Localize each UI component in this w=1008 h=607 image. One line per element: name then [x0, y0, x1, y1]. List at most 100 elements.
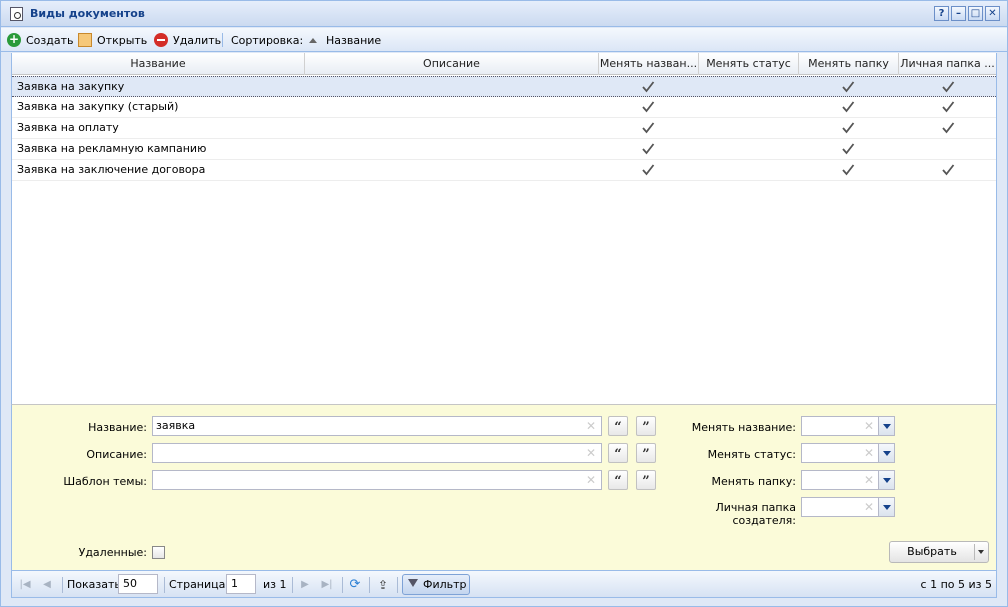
quote-close-button[interactable]: ” — [636, 443, 656, 463]
clear-icon[interactable]: ✕ — [585, 419, 597, 433]
open-button[interactable]: Открыть — [78, 32, 147, 48]
quote-open-button[interactable]: “ — [608, 470, 628, 490]
quote-close-button[interactable]: ” — [636, 416, 656, 436]
previous-page-icon[interactable]: ◀ — [40, 578, 54, 592]
checkmark-icon — [941, 121, 955, 135]
select-button[interactable]: Выбрать — [889, 541, 989, 563]
personal-folder-label-line-2: создателя: — [732, 514, 796, 527]
personal-folder-combo[interactable]: ✕ — [801, 497, 895, 517]
column-header-name[interactable]: Название — [12, 53, 305, 75]
help-button[interactable]: ? — [934, 6, 949, 21]
checkmark-icon — [641, 142, 655, 156]
table-row[interactable]: Заявка на заключение договора — [12, 160, 996, 181]
chevron-down-icon[interactable] — [878, 471, 894, 489]
plus-icon: + — [7, 32, 21, 47]
pager-separator — [62, 577, 63, 593]
maximize-button[interactable]: □ — [968, 6, 983, 21]
filter-template-input[interactable]: ✕ — [152, 470, 602, 490]
clear-icon[interactable]: ✕ — [585, 473, 597, 487]
checkmark-icon — [641, 80, 655, 94]
column-header-change-name[interactable]: Менять назван... — [599, 53, 699, 75]
change-folder-label: Менять папку: — [711, 475, 796, 488]
clear-icon[interactable]: ✕ — [585, 446, 597, 460]
toolbar-separator — [222, 33, 223, 47]
pager-separator — [342, 577, 343, 593]
next-page-icon[interactable]: ▶ — [298, 578, 312, 592]
pagination-toolbar: |◀ ◀ Показать 50 Страница 1 из 1 ▶ ▶| ⟳ … — [11, 571, 997, 598]
table-row[interactable]: Заявка на оплату — [12, 118, 996, 139]
pager-separator — [292, 577, 293, 593]
refresh-icon[interactable]: ⟳ — [348, 578, 362, 592]
personal-folder-label-line-1: Личная папка — [715, 501, 796, 514]
checkmark-icon — [941, 80, 955, 94]
page-count-label: из 1 — [263, 578, 287, 591]
change-status-label: Менять статус: — [707, 448, 796, 461]
quote-close-button[interactable]: ” — [636, 470, 656, 490]
checkmark-icon — [941, 163, 955, 177]
table-row[interactable]: Заявка на рекламную кампанию — [12, 139, 996, 160]
page-number-input[interactable]: 1 — [226, 574, 256, 594]
export-icon[interactable]: ⇪ — [376, 578, 390, 592]
row-name: Заявка на рекламную кампанию — [17, 142, 207, 155]
pager-separator — [164, 577, 165, 593]
clear-icon[interactable]: ✕ — [864, 500, 874, 514]
column-header-change-folder[interactable]: Менять папку — [799, 53, 899, 75]
last-page-icon[interactable]: ▶| — [320, 578, 334, 592]
change-name-combo[interactable]: ✕ — [801, 416, 895, 436]
filter-description-input[interactable]: ✕ — [152, 443, 602, 463]
filter-name-value: заявка — [156, 419, 196, 432]
close-button[interactable]: ✕ — [985, 6, 1000, 21]
chevron-down-icon[interactable] — [878, 417, 894, 435]
quote-open-button[interactable]: “ — [608, 416, 628, 436]
row-name: Заявка на закупку (старый) — [17, 100, 179, 113]
page-label: Страница — [169, 578, 226, 591]
filter-icon — [408, 579, 418, 587]
clear-icon[interactable]: ✕ — [864, 419, 874, 433]
clear-icon[interactable]: ✕ — [864, 473, 874, 487]
sort-ascending-icon — [309, 37, 317, 43]
checkmark-icon — [841, 142, 855, 156]
filter-description-label: Описание: — [86, 448, 147, 461]
sort-field-label: Название — [326, 33, 382, 47]
row-name: Заявка на оплату — [17, 121, 119, 134]
split-divider — [974, 544, 975, 560]
open-label: Открыть — [97, 33, 148, 47]
table-row[interactable]: Заявка на закупку — [12, 76, 996, 97]
records-summary: с 1 по 5 из 5 — [920, 578, 992, 591]
open-document-icon — [78, 33, 92, 47]
pager-separator — [369, 577, 370, 593]
sort-by-name-button[interactable]: Название — [307, 32, 381, 48]
filter-name-label: Название: — [88, 421, 147, 434]
filter-panel: Название: заявка ✕ “ ” Описание: ✕ “ ” Ш… — [11, 404, 997, 571]
table-row[interactable]: Заявка на закупку (старый) — [12, 97, 996, 118]
column-header-description[interactable]: Описание — [305, 53, 599, 75]
checkmark-icon — [841, 80, 855, 94]
create-button[interactable]: + Создать — [7, 32, 74, 48]
sort-label: Сортировка: — [231, 33, 304, 47]
checkmark-icon — [641, 163, 655, 177]
filter-toggle-button[interactable]: Фильтр — [402, 574, 470, 595]
first-page-icon[interactable]: |◀ — [18, 578, 32, 592]
chevron-down-icon[interactable] — [878, 444, 894, 462]
change-status-combo[interactable]: ✕ — [801, 443, 895, 463]
chevron-down-icon[interactable] — [978, 550, 984, 554]
page-size-input[interactable]: 50 — [118, 574, 158, 594]
delete-button[interactable]: Удалить — [154, 32, 221, 48]
clear-icon[interactable]: ✕ — [864, 446, 874, 460]
minimize-button[interactable]: – — [951, 6, 966, 21]
chevron-down-icon[interactable] — [878, 498, 894, 516]
quote-open-button[interactable]: “ — [608, 443, 628, 463]
checkmark-icon — [841, 100, 855, 114]
row-name: Заявка на заключение договора — [17, 163, 206, 176]
delete-label: Удалить — [173, 33, 222, 47]
window-titlebar: Виды документов ? – □ ✕ — [1, 1, 1007, 27]
change-name-label: Менять название: — [691, 421, 796, 434]
filter-name-input[interactable]: заявка ✕ — [152, 416, 602, 436]
pager-separator — [397, 577, 398, 593]
change-folder-combo[interactable]: ✕ — [801, 470, 895, 490]
deleted-checkbox[interactable] — [152, 546, 165, 559]
grid-header: Название Описание Менять назван... Менят… — [12, 53, 996, 75]
filter-button-label: Фильтр — [423, 578, 467, 591]
column-header-personal-folder[interactable]: Личная папка ... — [899, 53, 996, 75]
column-header-change-status[interactable]: Менять статус — [699, 53, 799, 75]
